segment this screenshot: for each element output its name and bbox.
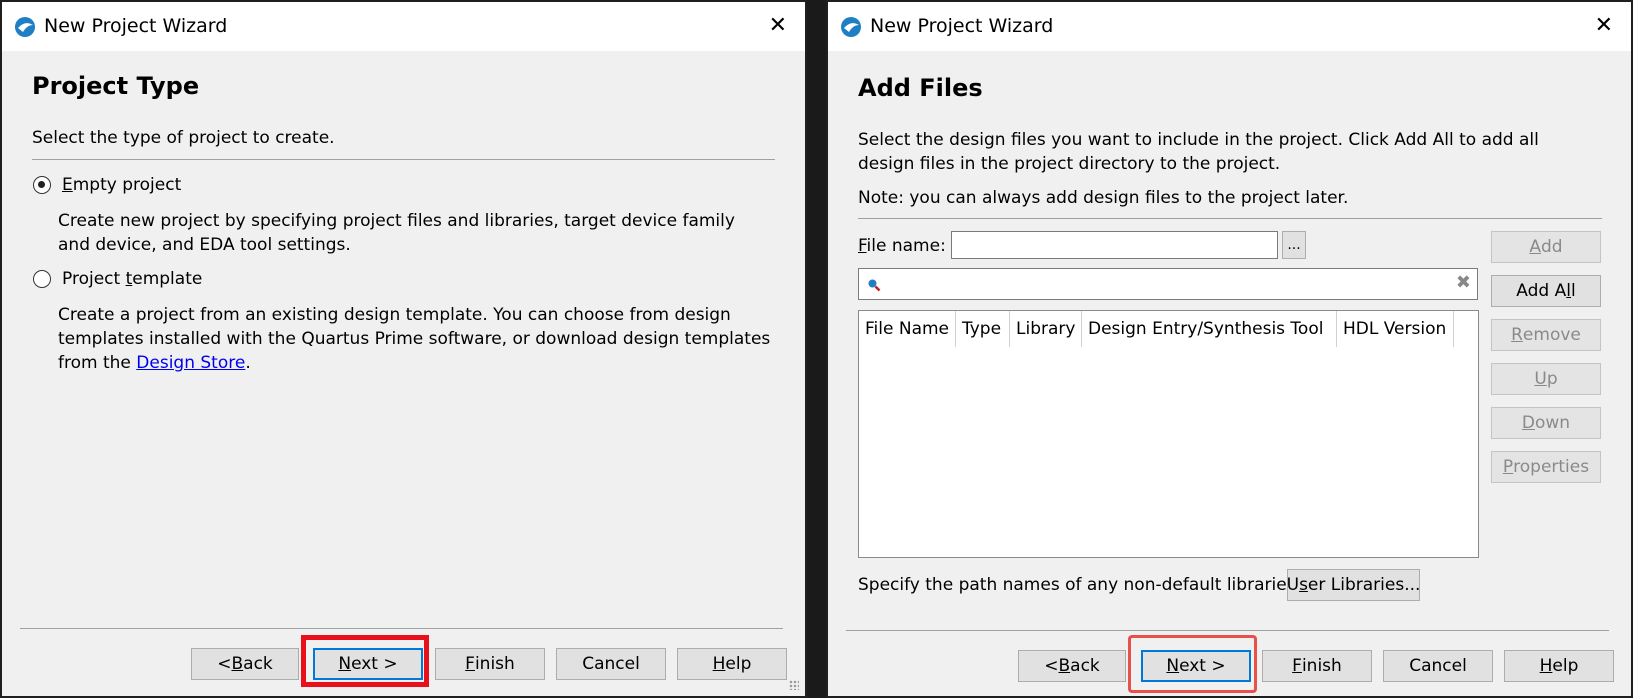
label-pre: <: [217, 654, 232, 674]
mnemonic: H: [1539, 656, 1553, 676]
label-rest: roperties: [1513, 457, 1590, 477]
footer-divider: [846, 630, 1609, 631]
label-rest: emplate: [132, 269, 203, 289]
cancel-button[interactable]: Cancel: [556, 648, 666, 680]
finish-button[interactable]: Finish: [435, 648, 545, 680]
down-button[interactable]: Down: [1491, 407, 1601, 439]
footer-divider: [20, 628, 783, 629]
mnemonic: B: [231, 654, 244, 674]
page-title: Project Type: [32, 72, 200, 100]
project-type-dialog: New Project Wizard ✕ Project Type Select…: [0, 0, 807, 698]
finish-button[interactable]: Finish: [1262, 650, 1372, 682]
mnemonic: H: [712, 654, 726, 674]
mnemonic: F: [465, 654, 475, 674]
empty-project-label[interactable]: Empty project: [62, 173, 181, 197]
up-button[interactable]: Up: [1491, 363, 1601, 395]
column-header[interactable]: HDL Version: [1337, 311, 1454, 347]
file-name-input[interactable]: [951, 231, 1278, 259]
add-files-dialog: New Project Wizard ✕ Add Files Select th…: [826, 0, 1633, 698]
label-rest: ext >: [351, 654, 398, 674]
column-header[interactable]: Library: [1010, 311, 1082, 347]
title-bar: New Project Wizard ✕: [828, 2, 1631, 51]
column-header[interactable]: File Name: [859, 311, 956, 347]
project-template-description: Create a project from an existing design…: [58, 303, 778, 375]
browse-button[interactable]: ...: [1282, 231, 1306, 259]
label-rest: mpty project: [72, 175, 182, 195]
properties-button[interactable]: Properties: [1491, 451, 1601, 483]
close-icon[interactable]: ✕: [1595, 14, 1613, 38]
mnemonic: A: [1529, 237, 1542, 257]
column-header[interactable]: Design Entry/Synthesis Tool: [1082, 311, 1337, 347]
instruction-text: Select the type of project to create.: [32, 128, 335, 148]
instruction-text: Select the design files you want to incl…: [858, 130, 1539, 174]
search-input[interactable]: ✖: [858, 268, 1478, 300]
label-rest: er Libraries...: [1307, 575, 1421, 595]
divider: [32, 159, 775, 160]
back-button[interactable]: < Back: [1018, 650, 1126, 682]
label-rest: ext >: [1179, 656, 1226, 676]
label-pre: U: [1286, 575, 1300, 595]
label-rest: emove: [1522, 325, 1581, 345]
label-rest: ile name:: [866, 236, 946, 256]
next-button[interactable]: Next >: [313, 648, 423, 680]
project-template-radio[interactable]: [33, 270, 51, 288]
add-button[interactable]: Add: [1491, 231, 1601, 263]
cancel-button[interactable]: Cancel: [1383, 650, 1493, 682]
mnemonic: N: [338, 654, 352, 674]
remove-button[interactable]: Remove: [1491, 319, 1601, 351]
label-pre: Project: [62, 269, 126, 289]
help-button[interactable]: Help: [1504, 650, 1614, 682]
mnemonic: s: [1299, 575, 1308, 595]
user-libraries-button[interactable]: Us er Libraries...: [1287, 569, 1420, 601]
libraries-text: Specify the path names of any non-defaul…: [858, 575, 1301, 595]
mnemonic: D: [1521, 413, 1535, 433]
mnemonic: F: [858, 236, 867, 256]
mnemonic: B: [1058, 656, 1071, 676]
window-title: New Project Wizard: [44, 15, 228, 37]
label-rest: inish: [1301, 656, 1342, 676]
back-button[interactable]: < Back: [191, 648, 299, 680]
mnemonic: N: [1166, 656, 1180, 676]
design-store-link[interactable]: Design Store: [136, 353, 245, 373]
resize-grip[interactable]: [789, 680, 799, 690]
label-rest: own: [1535, 413, 1571, 433]
mnemonic: F: [1292, 656, 1302, 676]
empty-project-description: Create new project by specifying project…: [58, 211, 735, 255]
label-rest: elp: [725, 654, 752, 674]
label-rest: ack: [1070, 656, 1100, 676]
project-template-label[interactable]: Project template: [62, 267, 202, 291]
mnemonic: P: [1502, 457, 1514, 477]
label-rest: ack: [243, 654, 273, 674]
title-bar: New Project Wizard ✕: [2, 2, 805, 51]
label-rest: dd: [1541, 237, 1563, 257]
label-pre: <: [1044, 656, 1059, 676]
label-pre: Add A: [1516, 281, 1567, 301]
mnemonic: U: [1534, 369, 1547, 389]
help-button[interactable]: Help: [677, 648, 787, 680]
empty-project-radio[interactable]: [33, 176, 51, 194]
clear-search-icon[interactable]: ✖: [1456, 272, 1471, 293]
window-title: New Project Wizard: [870, 15, 1054, 37]
label-rest: elp: [1552, 656, 1579, 676]
next-button[interactable]: Next >: [1141, 650, 1251, 682]
description-end: .: [245, 353, 251, 373]
search-icon: [868, 279, 881, 292]
quartus-app-icon: [841, 17, 861, 37]
mnemonic: R: [1511, 325, 1523, 345]
close-icon[interactable]: ✕: [769, 14, 787, 38]
page-title: Add Files: [858, 74, 983, 102]
add-all-button[interactable]: Add All: [1491, 275, 1601, 307]
mnemonic: E: [62, 175, 73, 195]
label-rest: l: [1570, 281, 1576, 301]
note-text: Note: you can always add design files to…: [858, 188, 1349, 208]
file-name-label: File name:: [858, 234, 946, 258]
divider: [858, 218, 1602, 219]
quartus-app-icon: [15, 17, 35, 37]
label-rest: inish: [474, 654, 515, 674]
label-rest: p: [1546, 369, 1558, 389]
column-header[interactable]: Type: [956, 311, 1010, 347]
files-table[interactable]: File Name Type Library Design Entry/Synt…: [858, 310, 1479, 558]
